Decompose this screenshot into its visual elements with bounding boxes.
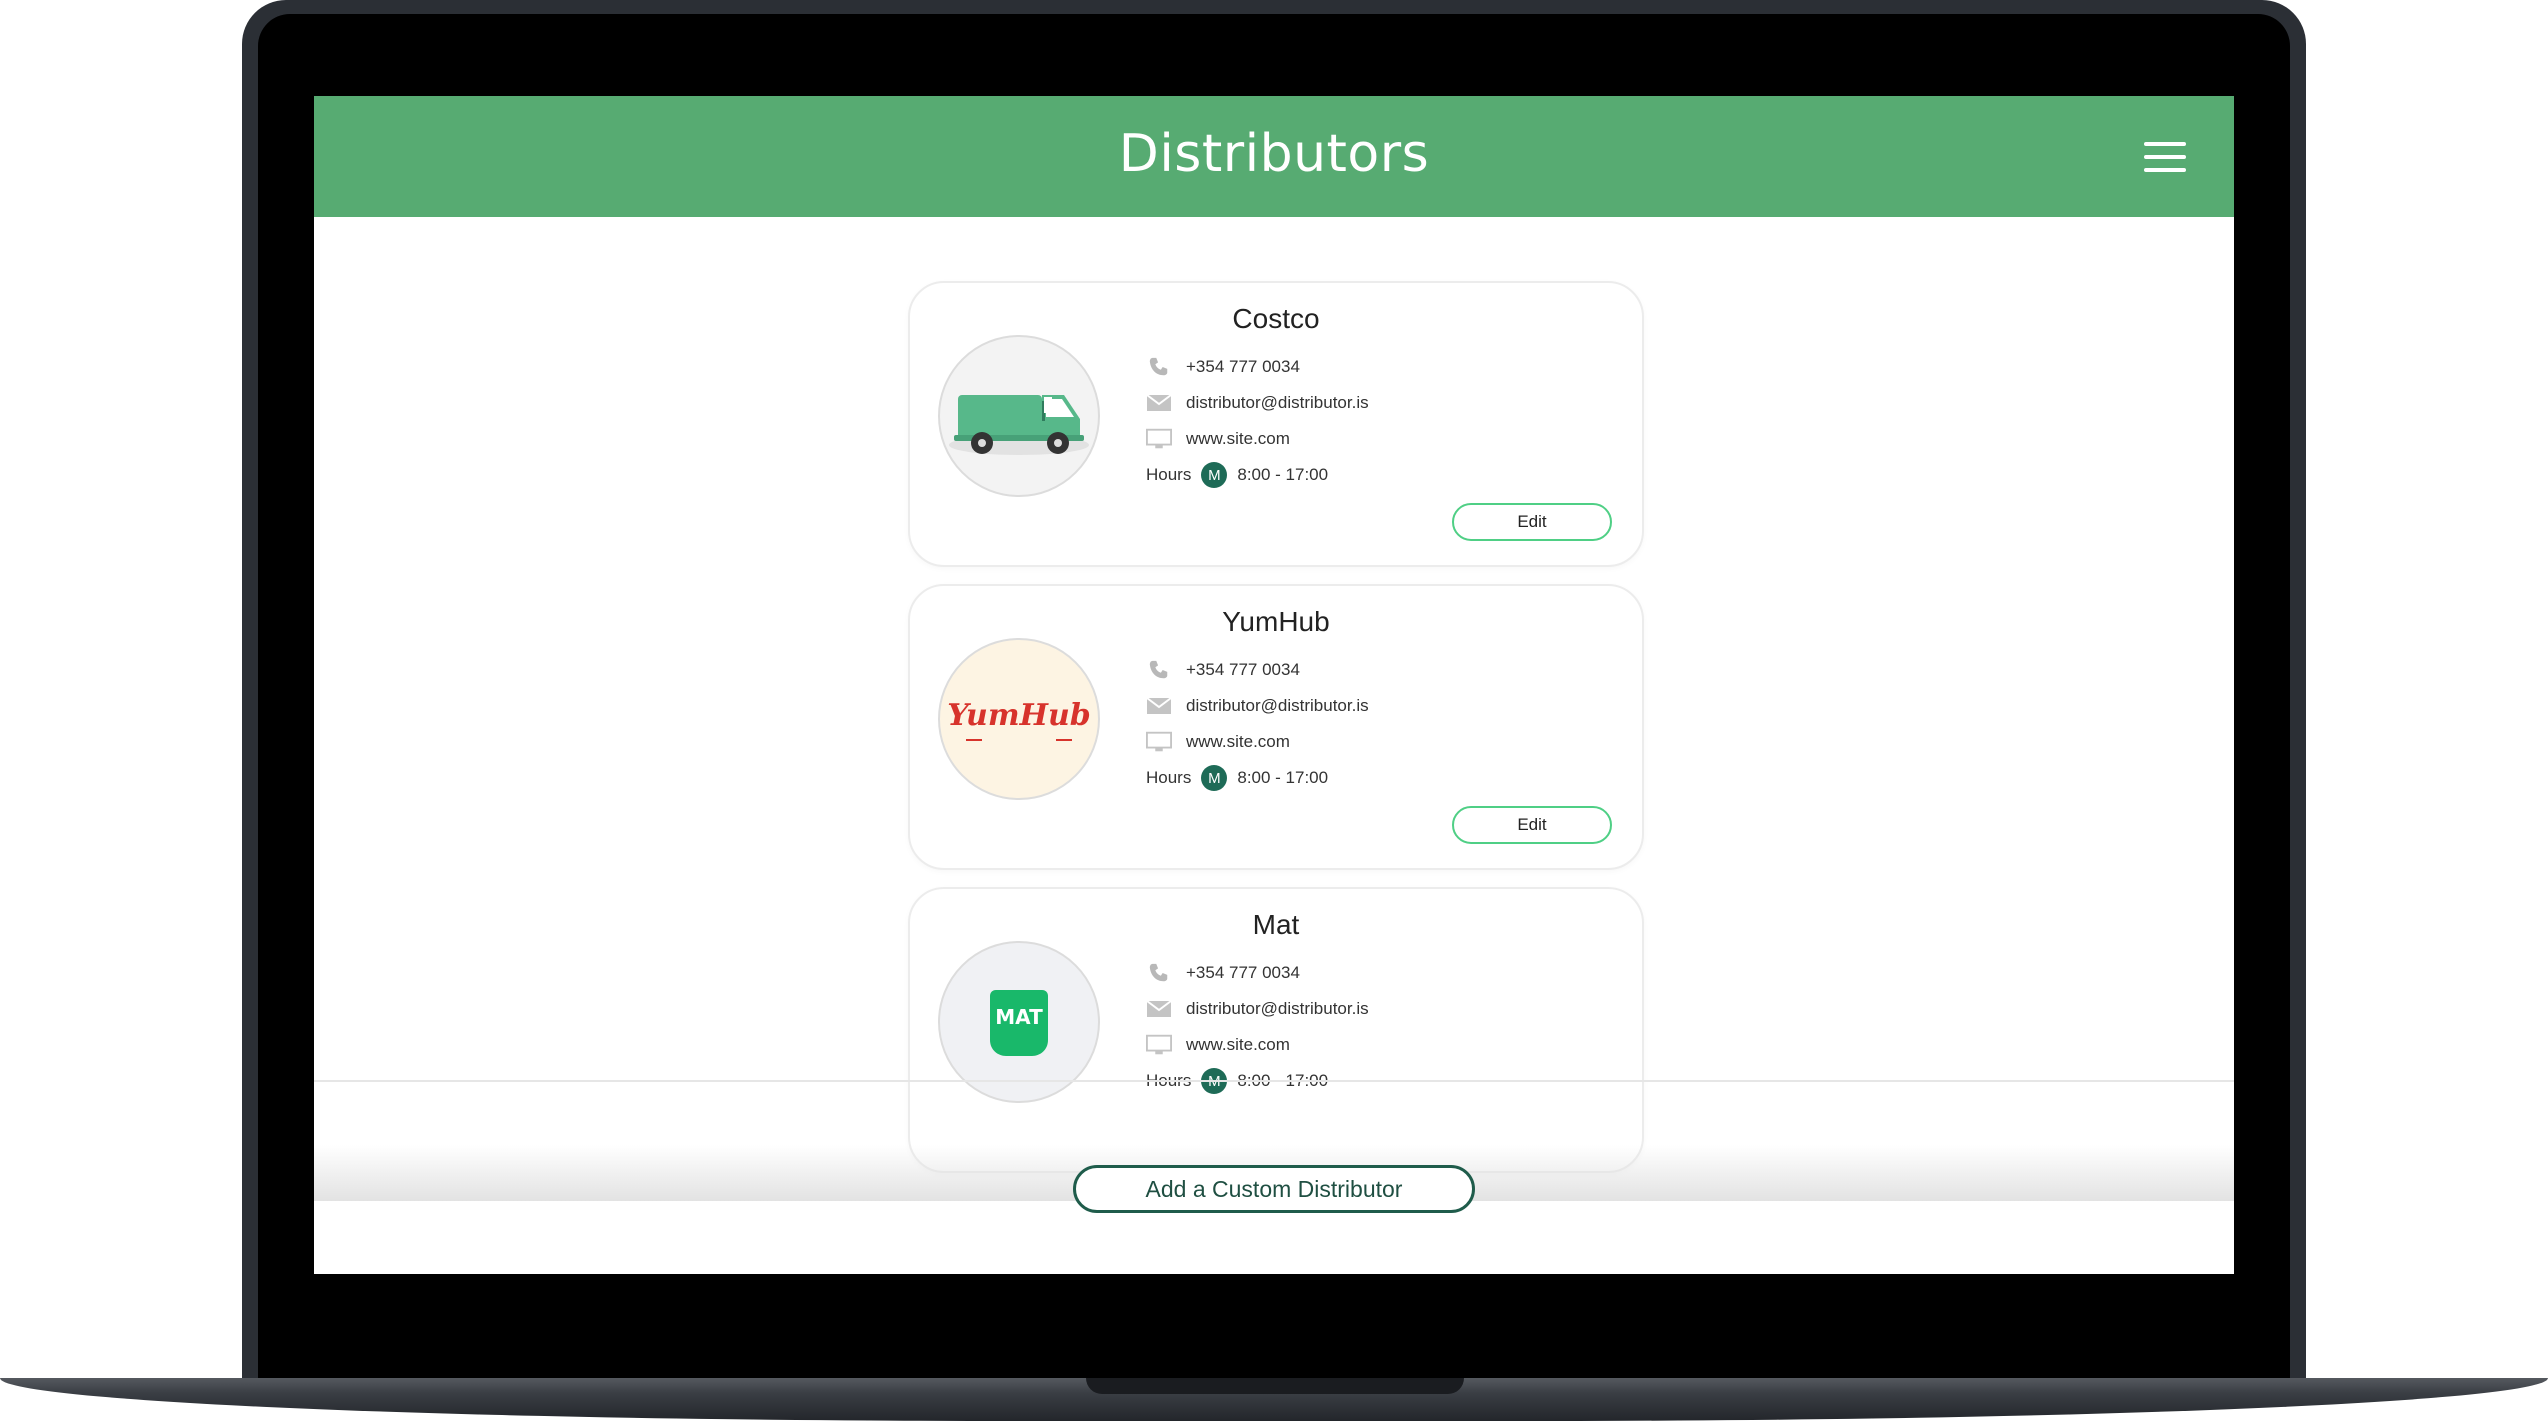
website: www.site.com — [1186, 429, 1290, 448]
distributor-card: YumHub YumHub +354 777 0034 distributor@… — [908, 584, 1644, 870]
hours-label: Hours — [1146, 465, 1192, 484]
distributor-card: Costco +354 777 0034 distributor@distrib… — [908, 281, 1644, 567]
mat-logo-text: MAT — [995, 1005, 1043, 1029]
distributor-card: MAT Mat +354 777 0034 distributor@distri… — [908, 887, 1644, 1173]
website: www.site.com — [1186, 1035, 1290, 1054]
phone-icon — [1146, 962, 1172, 984]
phone-icon — [1146, 659, 1172, 681]
monitor-icon — [1146, 428, 1172, 450]
page-title: Distributors — [1118, 124, 1430, 184]
phone-number: +354 777 0034 — [1186, 357, 1300, 376]
phone-number: +354 777 0034 — [1186, 660, 1300, 679]
costco-logo — [938, 335, 1100, 497]
distributor-name: Costco — [1232, 303, 1320, 334]
edit-button[interactable]: Edit — [1452, 503, 1612, 541]
email-address: distributor@distributor.is — [1186, 696, 1369, 715]
email-icon — [1146, 998, 1172, 1020]
yumhub-logo: YumHub — [938, 638, 1100, 800]
distributor-name: YumHub — [1222, 606, 1330, 637]
day-badge: M — [1201, 462, 1228, 488]
distributor-name: Mat — [1252, 909, 1300, 940]
phone-icon — [1146, 356, 1172, 378]
hamburger-menu-icon[interactable] — [2144, 142, 2186, 172]
email-address: distributor@distributor.is — [1186, 999, 1369, 1018]
edit-button[interactable]: Edit — [1452, 806, 1612, 844]
app-header: Distributors — [314, 96, 2234, 217]
website: www.site.com — [1186, 732, 1290, 751]
hours-label: Hours — [1146, 768, 1192, 787]
monitor-icon — [1146, 1034, 1172, 1056]
laptop-notch — [1086, 1378, 1464, 1394]
day-badge: M — [1201, 765, 1228, 791]
email-icon — [1146, 695, 1172, 717]
distributor-list[interactable]: Costco +354 777 0034 distributor@distrib… — [314, 217, 2234, 1201]
email-address: distributor@distributor.is — [1186, 393, 1369, 412]
opening-hours: 8:00 - 17:00 — [1237, 768, 1329, 787]
app-screen: Distributors Costco +354 777 0034 distri… — [314, 96, 2234, 1274]
delivery-van-icon — [949, 395, 1089, 455]
divider — [314, 1080, 2234, 1082]
mat-logo: MAT — [938, 941, 1100, 1103]
email-icon — [1146, 392, 1172, 414]
monitor-icon — [1146, 731, 1172, 753]
phone-number: +354 777 0034 — [1186, 963, 1300, 982]
yumhub-logo-text: YumHub — [947, 698, 1091, 733]
add-custom-distributor-button[interactable]: Add a Custom Distributor — [1073, 1165, 1475, 1213]
opening-hours: 8:00 - 17:00 — [1237, 465, 1329, 484]
